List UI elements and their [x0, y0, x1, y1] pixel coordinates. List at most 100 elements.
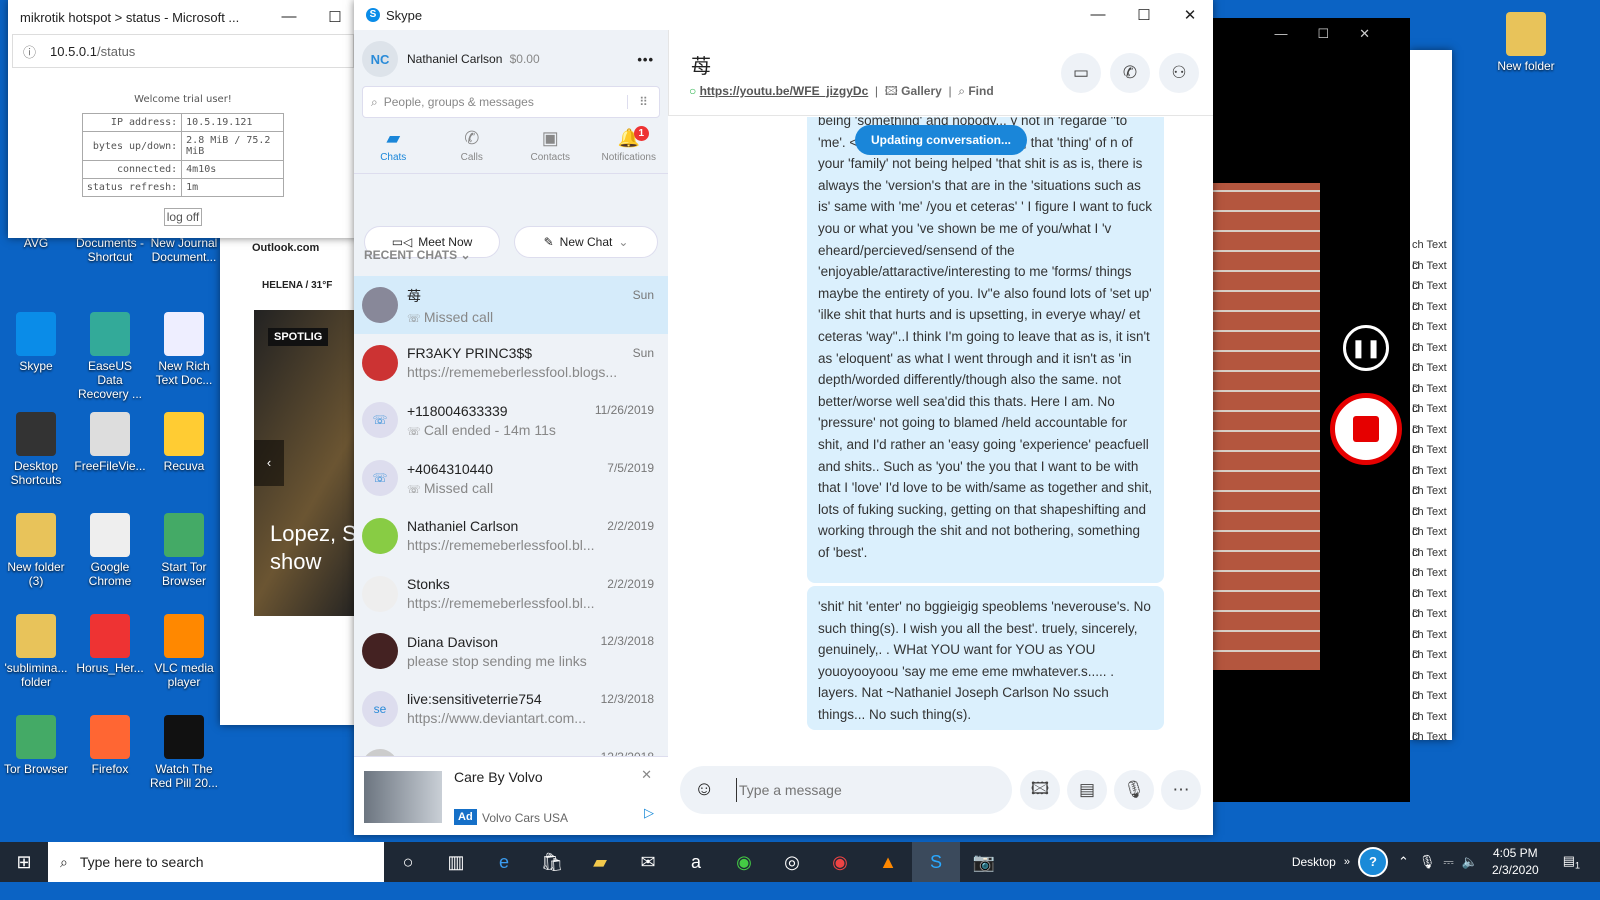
desktop-icon[interactable]: FreeFileVie...: [74, 412, 146, 473]
prev-arrow-icon[interactable]: ‹: [254, 440, 284, 486]
desktop-icon-new-folder[interactable]: New folder: [1490, 12, 1562, 73]
minimize-button[interactable]: —: [266, 8, 312, 26]
desktop-icon[interactable]: Documents - Shortcut: [74, 236, 146, 264]
file-item[interactable]: ch Text D: [1412, 481, 1450, 518]
desktop-icon[interactable]: 'sublimina... folder: [0, 614, 72, 689]
file-item[interactable]: ch Text D: [1412, 256, 1450, 293]
chat-item[interactable]: Chelsey Sikora12/3/2018: [354, 738, 668, 756]
file-item[interactable]: ch Text D: [1412, 563, 1450, 600]
emoji-icon[interactable]: ☺: [694, 778, 714, 801]
file-item[interactable]: ch Text D: [1412, 358, 1450, 395]
file-item[interactable]: ch Text D: [1412, 727, 1450, 748]
window-controls[interactable]: —☐✕: [1274, 26, 1400, 42]
network-icon[interactable]: ⎓: [1443, 854, 1453, 870]
file-explorer-icon[interactable]: ▰: [576, 842, 624, 882]
minimize-button[interactable]: —: [1075, 6, 1121, 24]
outlook-link[interactable]: Outlook.com: [252, 242, 319, 254]
cortana-icon[interactable]: ○: [384, 842, 432, 882]
desktop-icon[interactable]: AVG: [0, 236, 72, 250]
chat-item[interactable]: Diana Davison please stop sending me link…: [354, 622, 668, 680]
chat-item[interactable]: Nathaniel Carlson https://rememeberlessfo…: [354, 507, 668, 565]
contact-card-button[interactable]: ▤: [1067, 770, 1107, 810]
new-chat-button[interactable]: ✎ New Chat ⌄: [514, 226, 658, 258]
file-item[interactable]: ch Text D: [1412, 379, 1450, 416]
file-item[interactable]: ch Text D: [1412, 235, 1450, 272]
message-bubble[interactable]: being 'something' and nobody... y not in…: [807, 117, 1164, 583]
desktop-toolbar[interactable]: Desktop: [1292, 855, 1336, 869]
desktop-icon[interactable]: Horus_Her...: [74, 614, 146, 675]
gallery-button[interactable]: 🖾 Gallery: [885, 84, 942, 98]
tab-notifications[interactable]: 🔔 1 Notifications: [594, 126, 664, 163]
profile[interactable]: NC Nathaniel Carlson $0.00 •••: [354, 30, 668, 78]
file-item[interactable]: ch Text D: [1412, 522, 1450, 559]
file-item[interactable]: ch Text D: [1412, 461, 1450, 498]
mail-icon[interactable]: ✉: [624, 842, 672, 882]
file-item[interactable]: ch Text D: [1412, 604, 1450, 641]
chevrons-icon[interactable]: »: [1344, 856, 1350, 868]
chat-item[interactable]: 苺 ☏ Missed call Sun: [354, 276, 668, 334]
clock[interactable]: 4:05 PM 2/3/2020: [1492, 845, 1539, 879]
app-icon[interactable]: ◎: [768, 842, 816, 882]
file-item[interactable]: ch Text D: [1412, 276, 1450, 313]
youtube-link[interactable]: https://youtu.be/WFE_jizgyDc: [700, 84, 869, 98]
desktop-icon[interactable]: Recuva: [148, 412, 220, 473]
video-call-button[interactable]: ▭: [1061, 53, 1101, 93]
microphone-button[interactable]: 🎙: [1114, 770, 1154, 810]
maximize-button[interactable]: ☐: [312, 8, 358, 26]
desktop-icon[interactable]: EaseUS Data Recovery ...: [74, 312, 146, 401]
file-item[interactable]: ch Text D: [1412, 502, 1450, 539]
desktop-icon[interactable]: Skype: [0, 312, 72, 373]
desktop-icon[interactable]: Start Tor Browser: [148, 513, 220, 588]
avatar[interactable]: NC: [362, 41, 398, 77]
ad-play-icon[interactable]: ▷: [644, 805, 654, 821]
chat-item[interactable]: Stonks https://rememeberlessfool.bl... 2/2…: [354, 565, 668, 623]
tray-up-icon[interactable]: ⌃: [1398, 854, 1409, 870]
log-off-button[interactable]: log off: [163, 208, 203, 226]
tab-contacts[interactable]: ▣ Contacts: [515, 128, 585, 163]
headline[interactable]: Lopez, S show: [270, 520, 360, 576]
desktop-icon[interactable]: Firefox: [74, 715, 146, 776]
camera-icon[interactable]: 📷: [960, 842, 1008, 882]
file-item[interactable]: ch Text D: [1412, 338, 1450, 375]
media-button[interactable]: 🖾: [1020, 770, 1060, 810]
file-item[interactable]: ch Text D: [1412, 625, 1450, 662]
message-bubble[interactable]: 'shit' hit 'enter' no bggieigig speoblem…: [807, 586, 1164, 730]
pause-button[interactable]: ❚❚: [1343, 325, 1389, 371]
desktop-icon[interactable]: Google Chrome: [74, 513, 146, 588]
recent-chats-header[interactable]: RECENT CHATS ⌄: [364, 248, 471, 262]
desktop-icon[interactable]: Tor Browser: [0, 715, 72, 776]
file-item[interactable]: ch Text D: [1412, 666, 1450, 703]
desktop-icon[interactable]: New Rich Text Doc...: [148, 312, 220, 387]
edge-icon[interactable]: e: [480, 842, 528, 882]
desktop-icon[interactable]: Desktop Shortcuts: [0, 412, 72, 487]
chat-item[interactable]: ☏ +118004633339 ☏ Call ended - 14m 11s 11/2…: [354, 391, 668, 449]
news-image[interactable]: SPOTLIG Lopez, S show ‹: [254, 310, 360, 616]
file-item[interactable]: ch Text D: [1412, 297, 1450, 334]
chat-item[interactable]: FR3AKY PRINC3$$ https://rememeberlessfool…: [354, 334, 668, 392]
find-button[interactable]: ⌕ Find: [958, 84, 993, 98]
message-input[interactable]: [736, 778, 996, 802]
file-item[interactable]: ch Text D: [1412, 420, 1450, 457]
help-icon[interactable]: ?: [1357, 847, 1388, 877]
chat-item[interactable]: ☏ +4064310440 ☏ Missed call 7/5/2019: [354, 449, 668, 507]
close-ad-icon[interactable]: ✕: [641, 767, 652, 783]
desktop-icon[interactable]: New Journal Document...: [148, 236, 220, 264]
task-view-icon[interactable]: ▥: [432, 842, 480, 882]
chat-item[interactable]: se live:sensitiveterrie754 https://www.dev…: [354, 680, 668, 738]
conversation-title[interactable]: 苺: [691, 50, 711, 79]
file-item[interactable]: ch Text D: [1412, 686, 1450, 723]
search-box[interactable]: ⌕ People, groups & messages ⠿: [362, 86, 660, 118]
audio-call-button[interactable]: ✆: [1110, 53, 1150, 93]
maximize-button[interactable]: ☐: [1121, 6, 1167, 24]
tab-chats[interactable]: ▰ Chats: [358, 128, 428, 163]
desktop-icon[interactable]: VLC media player: [148, 614, 220, 689]
store-icon[interactable]: 🛍: [528, 842, 576, 882]
file-item[interactable]: ch Text D: [1412, 707, 1450, 744]
file-item[interactable]: ch Text D: [1412, 440, 1450, 477]
close-button[interactable]: ✕: [1167, 6, 1213, 24]
file-item[interactable]: ch Text D: [1412, 645, 1450, 682]
more-icon[interactable]: •••: [637, 52, 654, 67]
mic-icon[interactable]: 🎙: [1419, 854, 1436, 870]
tab-calls[interactable]: ✆ Calls: [437, 128, 507, 163]
taskbar-search[interactable]: ⌕ Type here to search: [48, 842, 384, 882]
